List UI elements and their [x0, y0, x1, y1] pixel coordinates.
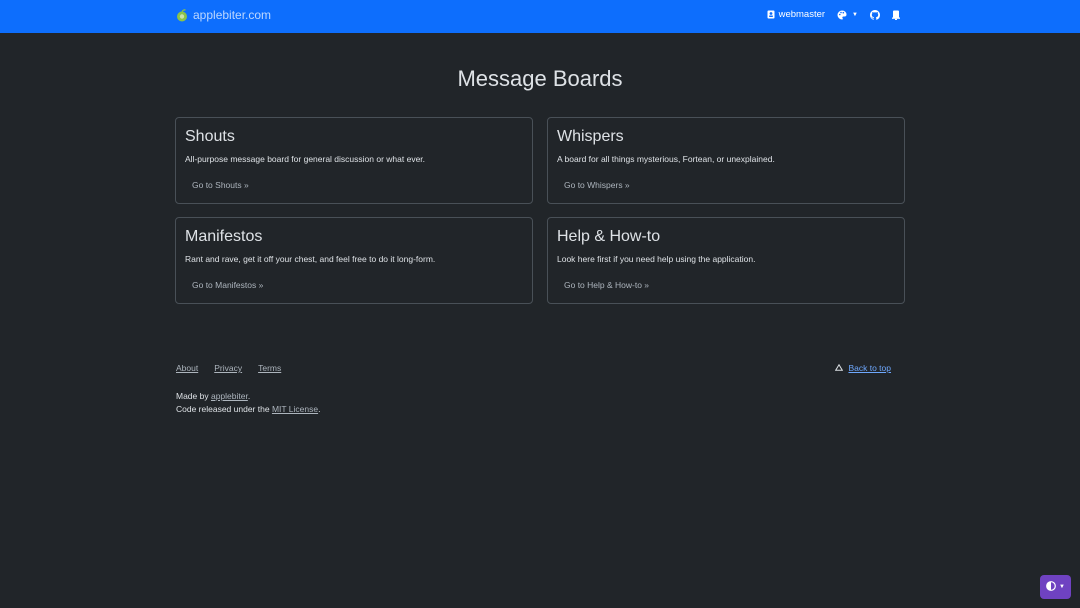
license-suffix: . [318, 404, 321, 414]
brand-link[interactable]: applebiter.com [176, 8, 271, 22]
board-card-manifestos: Manifestos Rant and rave, get it off you… [175, 217, 533, 304]
made-by-link[interactable]: applebiter [211, 391, 248, 401]
apple-logo-icon [176, 8, 188, 22]
board-card-help: Help & How-to Look here first if you nee… [547, 217, 905, 304]
triangle-up-icon [835, 363, 844, 373]
license-link[interactable]: MIT License [272, 404, 318, 414]
board-description: A board for all things mysterious, Forte… [557, 154, 775, 164]
board-title: Shouts [185, 128, 235, 145]
chevron-down-icon: ▼ [852, 11, 858, 18]
theme-toggle-button[interactable]: ▼ [1040, 575, 1071, 599]
footer-link-about[interactable]: About [176, 363, 198, 373]
bell-icon [892, 10, 900, 20]
palette-icon [837, 10, 847, 20]
board-title: Manifestos [185, 228, 263, 245]
license-prefix: Code released under the [176, 404, 272, 414]
footer-credit: Made by applebiter. Code released under … [176, 390, 320, 416]
user-menu[interactable]: webmaster [767, 9, 825, 20]
license-line: Code released under the MIT License. [176, 403, 320, 416]
github-icon [870, 9, 880, 20]
board-card-shouts: Shouts All-purpose message board for gen… [175, 117, 533, 204]
made-by-prefix: Made by [176, 391, 211, 401]
chevron-down-icon: ▼ [1059, 584, 1065, 590]
board-link-manifestos[interactable]: Go to Manifestos » [192, 280, 263, 290]
github-link[interactable] [870, 9, 880, 20]
board-link-shouts[interactable]: Go to Shouts » [192, 180, 249, 190]
footer-link-privacy[interactable]: Privacy [214, 363, 242, 373]
theme-menu[interactable]: ▼ [837, 10, 858, 20]
user-badge-icon [767, 10, 775, 19]
board-title: Help & How-to [557, 228, 661, 245]
back-to-top-label: Back to top [848, 363, 891, 373]
board-link-help[interactable]: Go to Help & How-to » [564, 280, 649, 290]
made-by-line: Made by applebiter. [176, 390, 320, 403]
made-by-suffix: . [247, 391, 251, 401]
notifications-button[interactable] [892, 10, 900, 20]
top-navbar: applebiter.com webmaster ▼ [0, 0, 1080, 33]
board-title: Whispers [557, 128, 624, 145]
board-description: Look here first if you need help using t… [557, 254, 756, 264]
brand-text: applebiter.com [193, 8, 272, 22]
contrast-icon [1046, 578, 1056, 596]
user-label: webmaster [778, 9, 826, 20]
footer-link-terms[interactable]: Terms [258, 363, 281, 373]
footer-links: About Privacy Terms [176, 363, 281, 373]
board-description: All-purpose message board for general di… [185, 154, 426, 164]
board-description: Rant and rave, get it off your chest, an… [185, 254, 436, 264]
page-title: Message Boards [457, 66, 623, 91]
board-link-whispers[interactable]: Go to Whispers » [564, 180, 630, 190]
board-card-whispers: Whispers A board for all things mysterio… [547, 117, 905, 204]
back-to-top-link[interactable]: Back to top [835, 363, 891, 373]
